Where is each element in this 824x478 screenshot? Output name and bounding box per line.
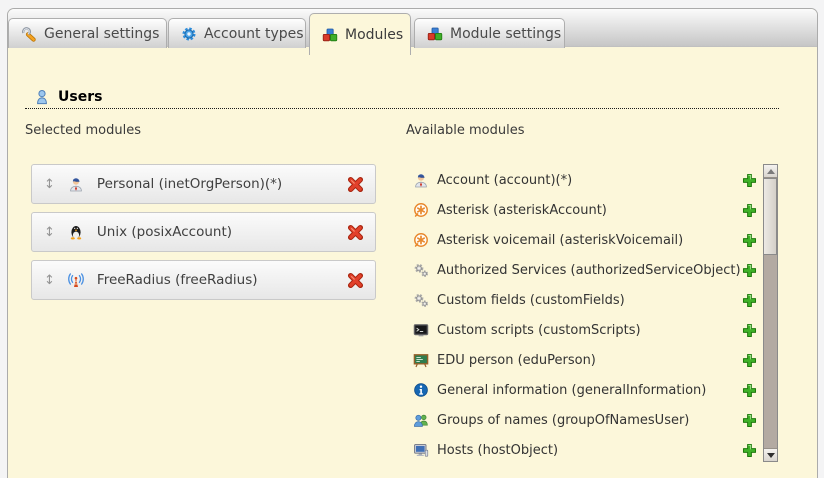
tab-label: Modules bbox=[345, 27, 403, 43]
add-module-button[interactable] bbox=[742, 263, 757, 278]
scrollbar-down-button[interactable] bbox=[764, 448, 777, 461]
selected-module-row[interactable]: ↕ FreeRadius (freeRadius) bbox=[31, 260, 376, 300]
gears-icon bbox=[413, 262, 429, 278]
blocks-icon bbox=[427, 26, 443, 42]
module-label: Unix (posixAccount) bbox=[97, 224, 232, 240]
add-module-button[interactable] bbox=[742, 173, 757, 188]
remove-module-button[interactable] bbox=[347, 272, 364, 289]
add-module-button[interactable] bbox=[742, 203, 757, 218]
module-label: Custom fields (customFields) bbox=[437, 293, 625, 308]
available-modules-list: Account (account)(*) Asterisk (asteriskA… bbox=[406, 165, 758, 465]
arrow-down-icon bbox=[767, 453, 775, 458]
add-module-button[interactable] bbox=[742, 233, 757, 248]
available-modules-label: Available modules bbox=[406, 123, 524, 138]
selected-modules-list: ↕ Personal (inetOrgPerson)(*) ↕ Unix (po… bbox=[31, 164, 376, 308]
scrollbar-up-button[interactable] bbox=[764, 165, 777, 178]
selected-modules-label: Selected modules bbox=[25, 123, 141, 138]
info-icon bbox=[413, 382, 429, 398]
drag-handle-icon[interactable]: ↕ bbox=[44, 226, 55, 239]
module-label: Authorized Services (authorizedServiceOb… bbox=[437, 263, 741, 278]
tab-account-types[interactable]: Account types bbox=[168, 18, 306, 48]
tab-module-settings[interactable]: Module settings bbox=[414, 18, 565, 48]
module-label: Asterisk (asteriskAccount) bbox=[437, 203, 607, 218]
add-module-button[interactable] bbox=[742, 293, 757, 308]
add-module-button[interactable] bbox=[742, 323, 757, 338]
module-label: Custom scripts (customScripts) bbox=[437, 323, 641, 338]
tab-modules[interactable]: Modules bbox=[309, 13, 411, 55]
asterisk-icon bbox=[413, 202, 429, 218]
blocks-icon bbox=[322, 27, 338, 43]
remove-module-button[interactable] bbox=[347, 176, 364, 193]
drag-handle-icon[interactable]: ↕ bbox=[44, 274, 55, 287]
drag-handle-icon[interactable]: ↕ bbox=[44, 178, 55, 191]
wrench-icon bbox=[21, 26, 37, 42]
gear-icon bbox=[181, 26, 197, 42]
tab-bar: General settings Account types Modules M… bbox=[8, 9, 817, 47]
module-label: Groups of names (groupOfNamesUser) bbox=[437, 413, 689, 428]
available-module-row: EDU person (eduPerson) bbox=[406, 345, 758, 375]
module-label: General information (generalInformation) bbox=[437, 383, 706, 398]
available-module-row: Custom fields (customFields) bbox=[406, 285, 758, 315]
module-label: EDU person (eduPerson) bbox=[437, 353, 596, 368]
module-label: Hosts (hostObject) bbox=[437, 443, 558, 458]
tab-label: General settings bbox=[44, 26, 159, 42]
remove-module-button[interactable] bbox=[347, 224, 364, 241]
section-title: Users bbox=[58, 89, 102, 105]
person-icon bbox=[413, 172, 429, 188]
gears-icon bbox=[413, 292, 429, 308]
selected-module-row[interactable]: ↕ Personal (inetOrgPerson)(*) bbox=[31, 164, 376, 204]
available-module-row: Asterisk (asteriskAccount) bbox=[406, 195, 758, 225]
available-modules-scrollbar[interactable] bbox=[763, 164, 778, 462]
module-label: Personal (inetOrgPerson)(*) bbox=[97, 176, 282, 192]
add-module-button[interactable] bbox=[742, 413, 757, 428]
terminal-icon bbox=[413, 322, 429, 338]
available-module-row: Custom scripts (customScripts) bbox=[406, 315, 758, 345]
module-label: FreeRadius (freeRadius) bbox=[97, 272, 258, 288]
group-icon bbox=[413, 412, 429, 428]
available-module-row: Hosts (hostObject) bbox=[406, 435, 758, 465]
tab-general-settings[interactable]: General settings bbox=[8, 18, 167, 48]
available-module-row: Authorized Services (authorizedServiceOb… bbox=[406, 255, 758, 285]
radio-icon bbox=[68, 272, 84, 288]
host-icon bbox=[413, 442, 429, 458]
scrollbar-thumb[interactable] bbox=[764, 178, 777, 255]
asterisk-icon bbox=[413, 232, 429, 248]
available-module-row: Asterisk voicemail (asteriskVoicemail) bbox=[406, 225, 758, 255]
user-icon bbox=[34, 89, 50, 105]
tux-icon bbox=[68, 224, 84, 240]
module-label: Asterisk voicemail (asteriskVoicemail) bbox=[437, 233, 683, 248]
tab-label: Module settings bbox=[450, 26, 561, 42]
arrow-up-icon bbox=[767, 169, 775, 174]
selected-module-row[interactable]: ↕ Unix (posixAccount) bbox=[31, 212, 376, 252]
available-module-row: General information (generalInformation) bbox=[406, 375, 758, 405]
add-module-button[interactable] bbox=[742, 383, 757, 398]
add-module-button[interactable] bbox=[742, 353, 757, 368]
users-section-header: Users bbox=[25, 89, 779, 109]
module-label: Account (account)(*) bbox=[437, 173, 572, 188]
settings-window: General settings Account types Modules M… bbox=[7, 8, 818, 478]
available-module-row: Account (account)(*) bbox=[406, 165, 758, 195]
person-icon bbox=[68, 176, 84, 192]
available-module-row: Groups of names (groupOfNamesUser) bbox=[406, 405, 758, 435]
tab-label: Account types bbox=[204, 26, 304, 42]
chalkboard-icon bbox=[413, 352, 429, 368]
add-module-button[interactable] bbox=[742, 443, 757, 458]
